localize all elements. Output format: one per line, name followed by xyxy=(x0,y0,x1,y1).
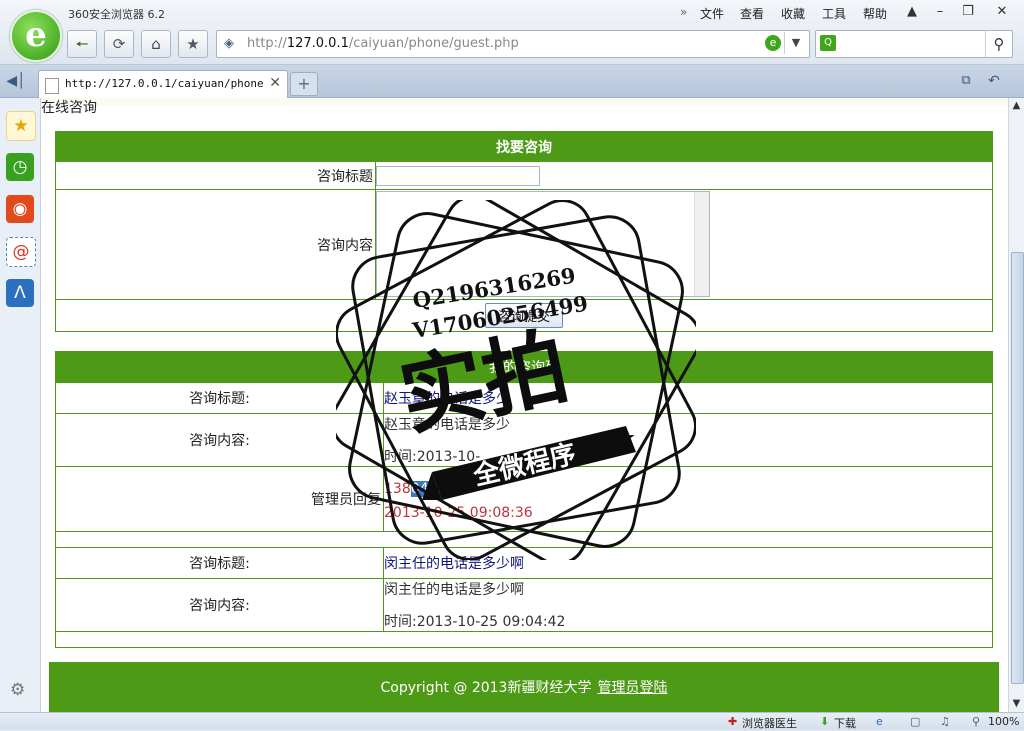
table-row: 咨询内容: 赵玉章的电话是多少 时间:2013-10- xyxy=(55,413,993,467)
menu-expand-icon[interactable]: » xyxy=(680,5,687,19)
zoom-icon: ⚲ xyxy=(972,715,981,728)
entry-title-link[interactable]: 赵玉章的电话是多少 xyxy=(384,391,510,407)
consult-list: 我的咨询列 咨询标题: 赵玉章的电话是多少 咨询内容: 赵玉章的电话是多少 时间… xyxy=(55,351,993,648)
skin-icon[interactable]: ▲ xyxy=(900,2,924,22)
refresh-button[interactable]: ⟳ xyxy=(104,30,134,58)
gear-icon[interactable]: ⚙ xyxy=(10,680,25,700)
entry-content: 赵玉章的电话是多少 xyxy=(384,417,510,433)
search-box[interactable]: Q ⚲ xyxy=(815,30,1013,58)
title-label: 咨询标题 xyxy=(55,161,376,190)
app-title: 360安全浏览器 6.2 xyxy=(68,8,165,21)
entry-content: 闵主任的电话是多少啊 xyxy=(384,582,524,598)
entry-title-label: 咨询标题: xyxy=(55,547,384,579)
restore-button[interactable]: ❐ xyxy=(956,2,980,22)
consult-list-header: 我的咨询列 xyxy=(55,351,993,383)
browser-titlebar: e 360安全浏览器 6.2 » 文件 查看 收藏 工具 帮助 ▲ – ❐ ✕ … xyxy=(0,0,1024,65)
doctor-icon: ✚ xyxy=(728,715,738,728)
table-row: 咨询内容: 闵主任的电话是多少啊 时间:2013-10-25 09:04:42 xyxy=(55,578,993,632)
side-panel: ★ ◷ ◉ @ Λ ⚙ xyxy=(0,98,41,712)
consult-form-header: 找要咨询 xyxy=(55,131,993,162)
chevron-down-icon[interactable]: ▼ xyxy=(784,32,807,54)
reply-label: 管理员回复 xyxy=(55,466,384,532)
tab-list-icon[interactable]: ⧉ xyxy=(956,73,976,91)
entry-title-link[interactable]: 闵主任的电话是多少啊 xyxy=(384,556,524,572)
download-icon: ⬇ xyxy=(820,715,830,728)
entry-content-label: 咨询内容: xyxy=(55,413,384,467)
address-bar[interactable]: ◈ http://127.0.0.1/caiyuan/phone/guest.p… xyxy=(216,30,810,58)
weibo-icon[interactable]: ◉ xyxy=(6,195,34,223)
tab-bar: ◀│ http://127.0.0.1/caiyuan/phone/guest.… xyxy=(0,65,1024,98)
page-footer: Copyright @ 2013新疆财经大学 管理员登陆 xyxy=(49,662,999,712)
mail-icon[interactable]: @ xyxy=(6,237,36,267)
ie-mode-icon[interactable]: e xyxy=(765,35,781,51)
search-icon[interactable]: ⚲ xyxy=(985,31,1012,57)
title-input[interactable] xyxy=(376,165,540,186)
separator-row xyxy=(55,631,993,648)
separator-row xyxy=(55,531,993,548)
zoom-level[interactable]: 100% xyxy=(988,715,1019,728)
admin-login-link[interactable]: 管理员登陆 xyxy=(597,680,667,696)
selected-text[interactable]: 04 xyxy=(410,481,429,497)
menu-favorites[interactable]: 收藏 xyxy=(781,5,805,22)
menu-file[interactable]: 文件 xyxy=(700,5,724,22)
refresh-icon: ⟳ xyxy=(112,35,126,53)
close-window-button[interactable]: ✕ xyxy=(990,2,1014,22)
shield-icon: ◈ xyxy=(224,36,234,51)
scroll-up-icon[interactable]: ▲ xyxy=(1009,98,1024,114)
favorite-button[interactable]: ★ xyxy=(178,30,208,58)
page-content: 在线咨询 找要咨询 咨询标题 咨询内容 咨询提交 我的咨询列 咨询标题: 赵玉章… xyxy=(41,98,1008,712)
table-row: 咨询标题: 闵主任的电话是多少啊 xyxy=(55,547,993,579)
menu-tools[interactable]: 工具 xyxy=(822,5,846,22)
star-icon: ★ xyxy=(186,35,200,53)
minimize-button[interactable]: – xyxy=(928,2,952,22)
sidebar-toggle-icon[interactable]: ◀│ xyxy=(4,71,28,91)
entry-title-label: 咨询标题: xyxy=(55,382,384,414)
entry-content-label: 咨询内容: xyxy=(55,578,384,632)
consult-form: 找要咨询 咨询标题 咨询内容 咨询提交 xyxy=(55,131,993,332)
app-icon[interactable]: Λ xyxy=(6,279,34,307)
star-icon[interactable]: ★ xyxy=(6,111,36,141)
copyright-text: Copyright @ 2013新疆财经大学 xyxy=(380,680,592,696)
browser-logo-icon[interactable]: e xyxy=(10,10,62,62)
window-icon[interactable]: ▢ xyxy=(910,715,920,728)
table-row: 咨询标题: 赵玉章的电话是多少 xyxy=(55,382,993,414)
content-label: 咨询内容 xyxy=(55,189,376,300)
page-top-band xyxy=(41,98,1008,106)
reply-text[interactable]: 13804 xyxy=(384,481,992,497)
page-title: 在线咨询 xyxy=(41,100,97,116)
status-bar: ✚ 浏览器医生 ⬇ 下载 e ▢ ♫ ⚲ 100% xyxy=(0,712,1024,730)
content-textarea[interactable] xyxy=(376,191,710,297)
tab-label: http://127.0.0.1/caiyuan/phone/guest.php xyxy=(65,77,263,90)
ie-icon[interactable]: e xyxy=(876,715,883,728)
speaker-icon[interactable]: ♫ xyxy=(940,715,950,728)
menu-help[interactable]: 帮助 xyxy=(863,5,887,22)
reply-time: 2013-10-25 09:08:36 xyxy=(384,505,533,521)
menu-view[interactable]: 查看 xyxy=(740,5,764,22)
scroll-thumb[interactable] xyxy=(1011,252,1024,684)
back-button[interactable]: 🠔 xyxy=(67,30,97,58)
table-row: 管理员回复 13804 2013-10-25 09:08:36 xyxy=(55,466,993,532)
page-icon xyxy=(45,78,59,94)
textarea-scrollbar[interactable] xyxy=(694,192,709,296)
new-tab-button[interactable]: + xyxy=(290,72,318,96)
submit-button[interactable]: 咨询提交 xyxy=(484,303,563,328)
vertical-scrollbar[interactable]: ▲ ▼ xyxy=(1008,98,1024,712)
entry-time: 时间:2013-10- xyxy=(384,449,481,465)
undo-close-icon[interactable]: ↶ xyxy=(984,73,1004,91)
back-arrow-icon: 🠔 xyxy=(75,35,89,53)
home-button[interactable]: ⌂ xyxy=(141,30,171,58)
close-icon[interactable]: ✕ xyxy=(269,75,281,91)
entry-time: 时间:2013-10-25 09:04:42 xyxy=(384,614,566,630)
search-engine-icon[interactable]: Q xyxy=(820,35,836,51)
scroll-down-icon[interactable]: ▼ xyxy=(1009,696,1024,712)
tab-guest-page[interactable]: http://127.0.0.1/caiyuan/phone/guest.php… xyxy=(38,70,288,98)
clock-icon[interactable]: ◷ xyxy=(6,153,34,181)
address-url[interactable]: http://127.0.0.1/caiyuan/phone/guest.php xyxy=(247,36,519,51)
home-icon: ⌂ xyxy=(151,35,161,53)
